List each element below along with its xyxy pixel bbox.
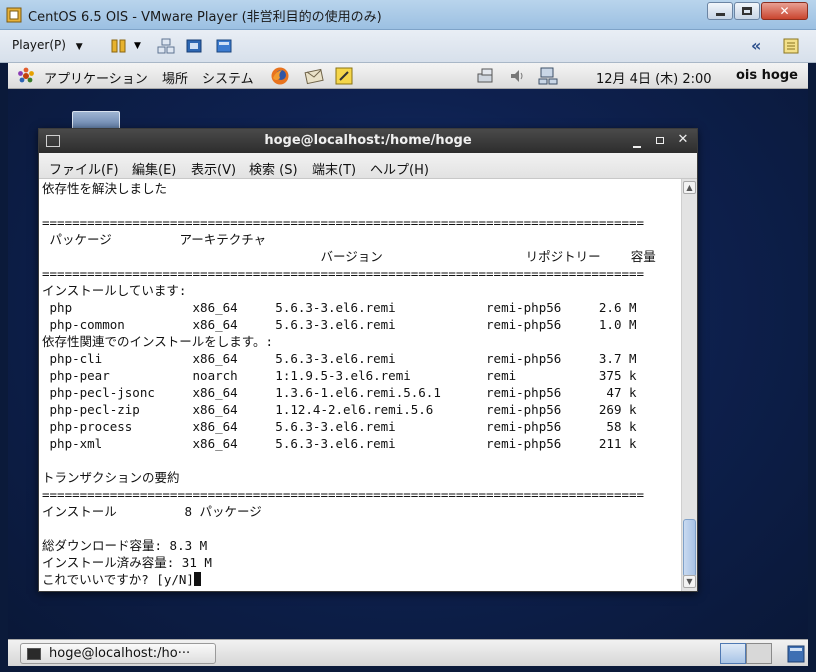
gnome-foot-icon xyxy=(18,67,34,83)
close-button[interactable]: ✕ xyxy=(761,2,808,20)
minimize-icon xyxy=(715,12,725,16)
terminal-line: バージョン リポジトリー 容量 xyxy=(42,249,656,264)
terminal-line: インストール済み容量: 31 M xyxy=(42,555,212,570)
terminal-icon xyxy=(27,648,41,660)
player-menu[interactable]: Player(P) ▼ xyxy=(12,38,83,52)
terminal-line: 依存性を解決しました xyxy=(42,181,168,196)
mail-icon[interactable] xyxy=(304,66,324,86)
terminal-line: インストールしています: xyxy=(42,283,187,298)
pause-dropdown-icon[interactable]: ▼ xyxy=(134,41,141,51)
chevron-down-icon: ▼ xyxy=(75,42,83,52)
collapse-toolbar-icon[interactable]: « xyxy=(751,36,761,55)
network-devices-icon[interactable] xyxy=(157,38,175,54)
vmware-titlebar: CentOS 6.5 OIS - VMware Player (非営利目的の使用… xyxy=(0,0,816,30)
clock[interactable]: 12月 4日 (木) 2:00 xyxy=(596,68,712,87)
network-manager-icon[interactable] xyxy=(538,66,558,86)
terminal-line: php-process x86_64 5.6.3-3.el6.remi remi… xyxy=(42,419,637,434)
terminal-line: php x86_64 5.6.3-3.el6.remi remi-php56 2… xyxy=(42,300,637,315)
fullscreen-icon[interactable] xyxy=(185,38,203,54)
terminal-line: php-pecl-jsonc x86_64 1.3.6-1.el6.remi.5… xyxy=(42,385,637,400)
gnome-bottom-panel: hoge@localhost:/ho··· xyxy=(8,639,808,666)
gnome-top-panel: アプリケーション 場所 システム 12月 4日 (木) 2:00 ois hog… xyxy=(8,63,808,89)
menu-terminal[interactable]: 端末(T) xyxy=(312,159,356,178)
message-log-icon[interactable] xyxy=(782,38,800,54)
terminal-line: ========================================… xyxy=(42,487,645,502)
menu-edit[interactable]: 編集(E) xyxy=(132,159,176,178)
terminal-title: hoge@localhost:/home/hoge xyxy=(264,133,472,148)
taskbar-terminal-label: hoge@localhost:/ho··· xyxy=(49,646,191,661)
maximize-icon xyxy=(742,7,752,15)
notes-icon[interactable] xyxy=(334,66,354,86)
terminal-line: パッケージ アーキテクチャ xyxy=(42,232,267,247)
terminal-line: 総ダウンロード容量: 8.3 M xyxy=(42,538,208,553)
terminal-line: php-pecl-zip x86_64 1.12.4-2.el6.remi.5.… xyxy=(42,402,637,417)
menu-search[interactable]: 検索 (S) xyxy=(249,159,298,178)
terminal-line: ========================================… xyxy=(42,266,645,281)
terminal-cursor xyxy=(193,572,201,586)
maximize-button[interactable] xyxy=(734,2,760,20)
terminal-maximize-button[interactable] xyxy=(652,132,668,147)
terminal-line: これでいいですか? [y/N] xyxy=(42,571,201,588)
terminal-line: トランザクションの要約 xyxy=(42,470,180,485)
user-menu[interactable]: ois hoge xyxy=(736,68,798,83)
terminal-titlebar[interactable]: hoge@localhost:/home/hoge ✕ xyxy=(39,129,697,153)
vmware-toolbar: Player(P) ▼ ▼ « xyxy=(0,30,816,63)
minimize-icon xyxy=(633,146,641,148)
trash-icon[interactable] xyxy=(786,643,806,664)
workspace-1[interactable] xyxy=(720,643,746,664)
player-menu-label: Player(P) xyxy=(12,38,66,52)
terminal-output[interactable]: 依存性を解決しました ==============================… xyxy=(39,179,681,591)
minimize-button[interactable] xyxy=(707,2,733,20)
volume-icon[interactable] xyxy=(508,66,528,86)
terminal-window: hoge@localhost:/home/hoge ✕ ファイル(F) 編集(E… xyxy=(38,128,698,592)
pause-icon[interactable] xyxy=(110,38,128,54)
scrollbar-thumb[interactable] xyxy=(683,519,696,577)
terminal-line: php-xml x86_64 5.6.3-3.el6.remi remi-php… xyxy=(42,436,637,451)
terminal-scrollbar[interactable]: ▲ ▼ xyxy=(681,179,697,591)
applications-menu[interactable]: アプリケーション xyxy=(44,68,148,87)
terminal-line: php-pear noarch 1:1.9.5-3.el6.remi remi … xyxy=(42,368,637,383)
terminal-minimize-button[interactable] xyxy=(629,132,645,148)
taskbar-terminal-button[interactable]: hoge@localhost:/ho··· xyxy=(20,643,216,664)
terminal-line: php-common x86_64 5.6.3-3.el6.remi remi-… xyxy=(42,317,637,332)
menu-file[interactable]: ファイル(F) xyxy=(49,159,119,178)
system-menu[interactable]: システム xyxy=(202,68,254,87)
scroll-up-icon[interactable]: ▲ xyxy=(683,181,696,194)
menu-view[interactable]: 表示(V) xyxy=(191,159,236,178)
terminal-line: php-cli x86_64 5.6.3-3.el6.remi remi-php… xyxy=(42,351,637,366)
vmware-logo-icon xyxy=(6,7,22,23)
unity-icon[interactable] xyxy=(215,38,233,54)
workspace-2[interactable] xyxy=(746,643,772,664)
terminal-line: インストール 8 パッケージ xyxy=(42,504,262,519)
scroll-down-icon[interactable]: ▼ xyxy=(683,575,696,588)
maximize-icon xyxy=(656,137,664,144)
firefox-icon[interactable] xyxy=(270,66,290,86)
terminal-menubar: ファイル(F) 編集(E) 表示(V) 検索 (S) 端末(T) ヘルプ(H) xyxy=(39,153,697,179)
vmware-window-title: CentOS 6.5 OIS - VMware Player (非営利目的の使用… xyxy=(28,10,382,25)
close-icon: ✕ xyxy=(677,132,689,147)
terminal-line: 依存性関連でのインストールをします。: xyxy=(42,334,274,349)
terminal-close-button[interactable]: ✕ xyxy=(675,132,691,147)
network-status-icon[interactable] xyxy=(476,66,496,86)
places-menu[interactable]: 場所 xyxy=(162,68,188,87)
menu-help[interactable]: ヘルプ(H) xyxy=(370,159,429,178)
close-icon: ✕ xyxy=(779,4,790,18)
terminal-line: ========================================… xyxy=(42,215,645,230)
